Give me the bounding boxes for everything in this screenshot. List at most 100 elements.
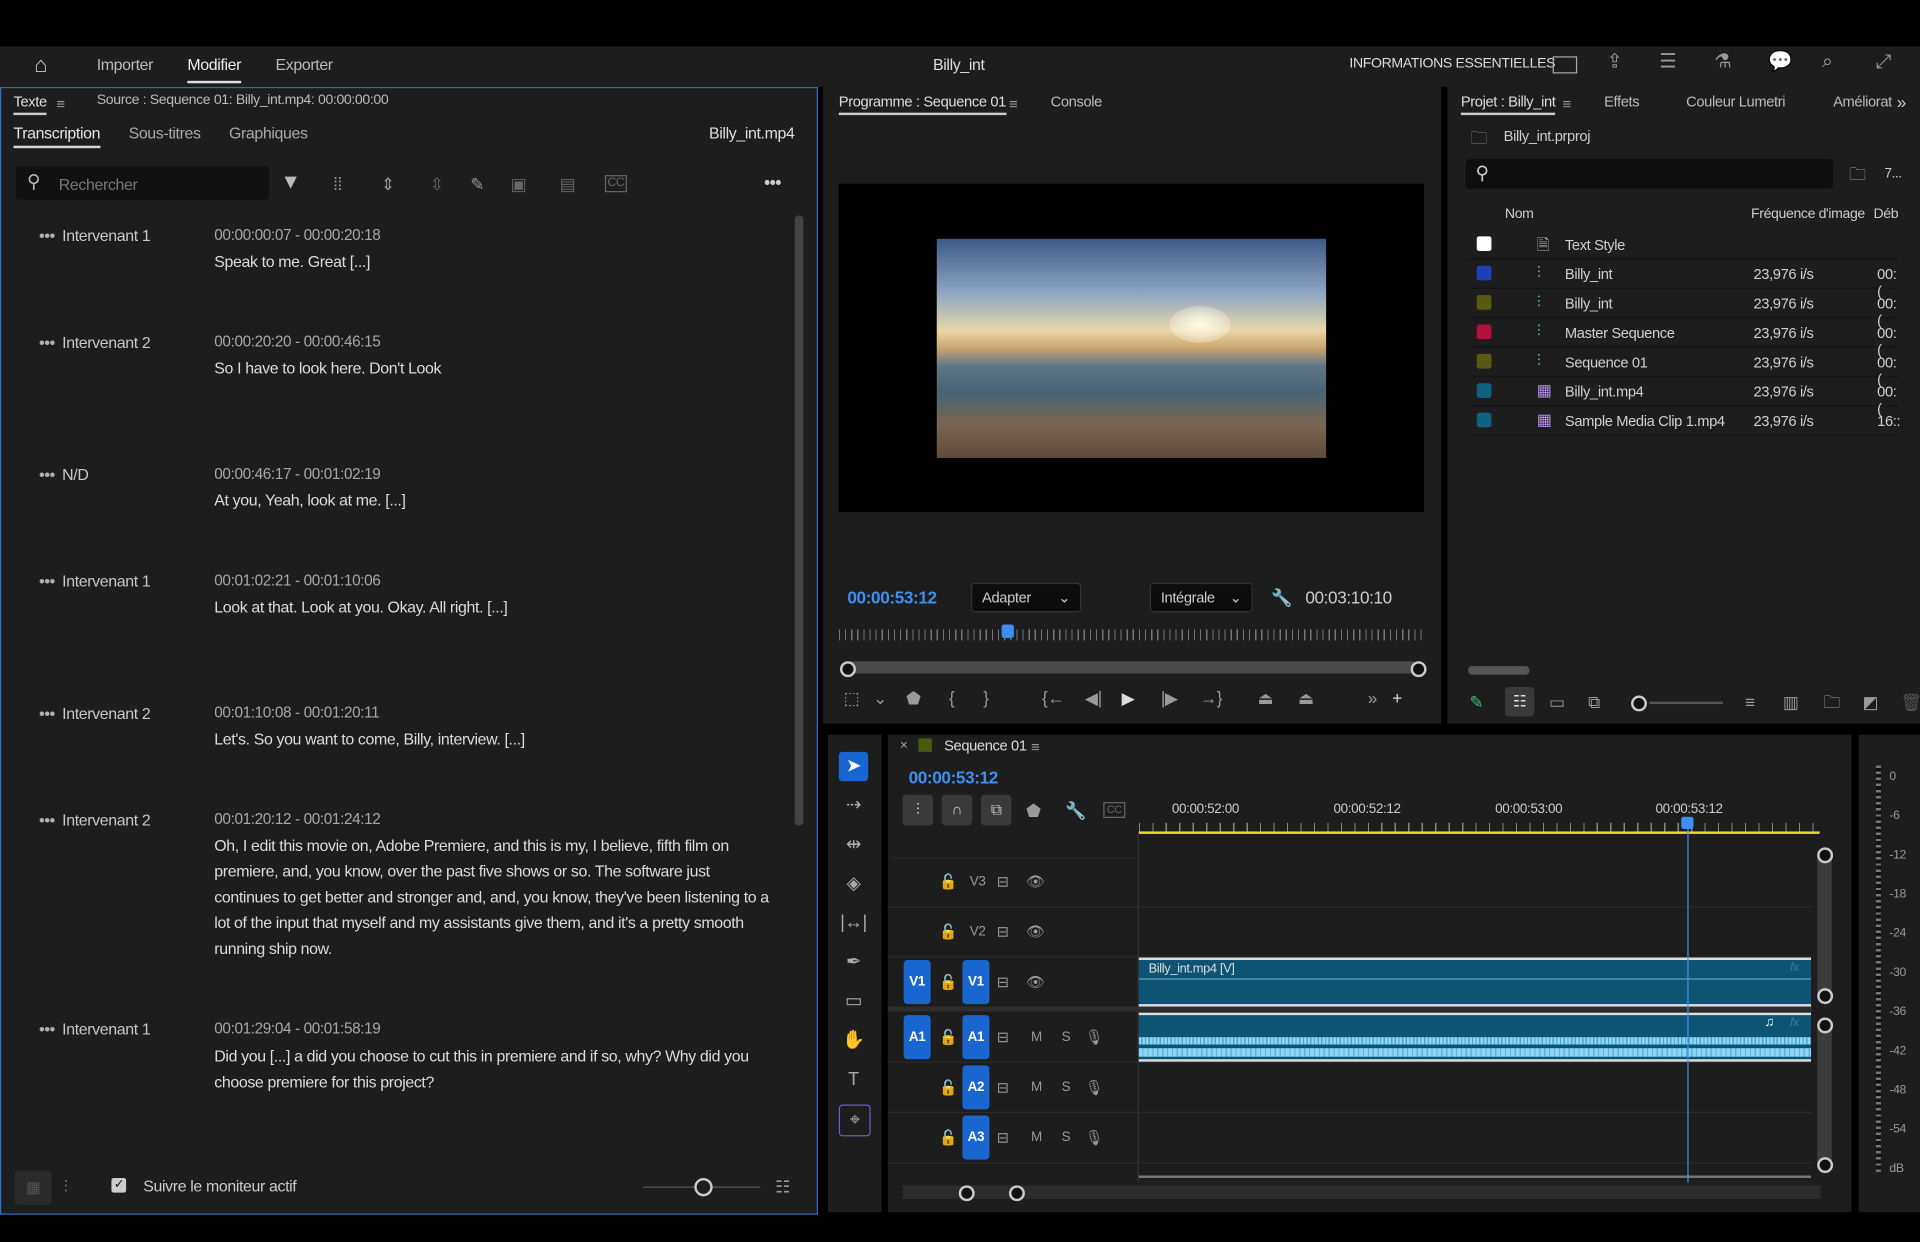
label-color-swatch[interactable] (1476, 324, 1492, 340)
tab-graphiques[interactable]: Graphiques (229, 124, 308, 142)
ripple-edit-tool-icon[interactable]: ⇹ (839, 830, 868, 859)
type-tool-icon[interactable]: T (839, 1065, 868, 1094)
track-target-v1[interactable]: V1 (962, 960, 990, 1005)
solo-button[interactable]: S (1062, 1030, 1071, 1045)
entry-menu-icon[interactable]: ••• (39, 572, 55, 590)
entry-menu-icon[interactable]: ••• (39, 1020, 55, 1038)
transcript-scrollbar[interactable] (794, 215, 804, 826)
playhead-handle[interactable] (1681, 816, 1694, 829)
panel-menu-icon[interactable]: ≡ (1031, 737, 1040, 757)
track-target-a3[interactable]: A3 (962, 1115, 990, 1160)
project-hscrollbar[interactable] (1468, 666, 1530, 675)
sync-lock-icon[interactable]: ⊟ (997, 872, 1009, 892)
source-patch-v1[interactable]: V1 (903, 960, 931, 1005)
project-item[interactable]: ▦ Sample Media Clip 1.mp4 23,976 i/s 16:… (1469, 407, 1901, 436)
tab-console[interactable]: Console (1051, 93, 1103, 110)
tab-effects[interactable]: Effets (1604, 93, 1639, 110)
search-help-icon[interactable]: ⌕ (1822, 52, 1833, 73)
sync-lock-icon[interactable]: ⊟ (997, 1078, 1009, 1098)
mark-in-icon[interactable]: { (949, 688, 955, 708)
timeline-hscrollbar[interactable] (902, 1185, 1821, 1199)
find-bin-icon[interactable]: 🗀 (1849, 164, 1866, 184)
lock-icon[interactable]: 🔓 (939, 1128, 957, 1148)
overwrite-icon[interactable]: ▤ (560, 174, 576, 194)
speaker[interactable]: Intervenant 2 (62, 704, 151, 722)
panel-menu-icon[interactable]: ≡ (56, 94, 65, 114)
panel-menu-icon[interactable]: ≡ (1562, 94, 1571, 114)
project-item[interactable]: ⫶ Billy_int 23,976 i/s 00:( (1469, 260, 1898, 300)
microphone-icon[interactable]: 🎙 (1085, 1027, 1104, 1047)
pen-tool-icon[interactable]: ✒ (839, 948, 868, 977)
tab-lumetri[interactable]: Couleur Lumetri (1686, 93, 1785, 110)
step-forward-icon[interactable]: |▶ (1161, 688, 1178, 708)
project-item[interactable]: ⫶ Master Sequence 23,976 i/s 00:( (1469, 318, 1898, 359)
solo-button[interactable]: S (1062, 1080, 1071, 1095)
col-fps[interactable]: Fréquence d'image (1751, 207, 1865, 222)
go-to-in-icon[interactable]: {← (1042, 688, 1065, 708)
entry-text[interactable]: Let's. So you want to come, Billy, inter… (214, 726, 777, 752)
entry-menu-icon[interactable]: ••• (39, 333, 55, 351)
label-color-swatch[interactable] (1476, 412, 1492, 428)
home-icon[interactable]: ⌂ (34, 53, 47, 79)
program-playhead[interactable] (1001, 624, 1015, 638)
timeline-timecode[interactable]: 00:00:53:12 (909, 768, 999, 788)
microphone-icon[interactable]: 🎙 (1085, 1078, 1104, 1098)
project-item[interactable]: ⫶ Sequence 01 23,976 i/s 00:( (1469, 348, 1898, 388)
track-a3[interactable]: 🔓 A3 ⊟ M S 🎙 (887, 1113, 1813, 1164)
captions-icon[interactable]: CC (604, 175, 627, 193)
overflow-tabs-icon[interactable]: » (1897, 92, 1907, 112)
pencil-icon[interactable]: ✎ (470, 174, 484, 194)
sequence-tab[interactable]: Sequence 01 (944, 737, 1027, 754)
track-v2[interactable]: 🔓 V2 ⊟ 👁 (887, 907, 1813, 958)
scroll-handle[interactable] (1817, 1017, 1834, 1034)
captions-icon[interactable]: CC (1103, 802, 1126, 818)
eye-icon[interactable]: 👁 (1026, 972, 1045, 992)
label-color-swatch[interactable] (1476, 265, 1492, 281)
track-select-tool-icon[interactable]: ⇢ (839, 791, 868, 820)
track-target-a2[interactable]: A2 (962, 1065, 990, 1110)
lock-icon[interactable]: 🔓 (939, 922, 957, 942)
entry-text[interactable]: Did you [...] a did you choose to cut th… (214, 1043, 777, 1094)
search-input[interactable]: ⚲ Rechercher (15, 166, 270, 200)
microphone-icon[interactable]: 🎙 (1085, 1128, 1104, 1148)
audio-clip[interactable]: ♫ fx (1138, 1012, 1812, 1062)
menu-modifier[interactable]: Modifier (187, 55, 241, 84)
eye-icon[interactable]: 👁 (1026, 872, 1045, 892)
thumbnail-zoom-knob[interactable] (1631, 695, 1647, 712)
snap-magnet-icon[interactable]: ∩ (941, 794, 973, 826)
step-back-icon[interactable]: ◀| (1085, 688, 1102, 708)
close-icon[interactable]: × (900, 738, 908, 753)
work-area-bar[interactable] (1138, 831, 1820, 834)
play-icon[interactable]: ▶ (1122, 688, 1135, 708)
label-color-swatch[interactable] (1476, 383, 1492, 398)
program-ruler[interactable] (838, 629, 1422, 641)
merge-icon[interactable]: ⁞⁞ (333, 174, 342, 194)
col-start[interactable]: Déb (1873, 207, 1898, 222)
mute-button[interactable]: M (1031, 1080, 1042, 1095)
speaker[interactable]: Intervenant 2 (62, 333, 151, 351)
entry-menu-icon[interactable]: ••• (39, 811, 55, 829)
label-color-swatch[interactable] (1476, 236, 1492, 252)
project-item[interactable]: 🗎 Text Style (1469, 230, 1898, 260)
menu-exporter[interactable]: Exporter (276, 55, 334, 73)
nest-icon[interactable]: ⫶ (902, 794, 934, 826)
speaker[interactable]: Intervenant 1 (62, 1020, 151, 1038)
tab-enhance[interactable]: Améliorat (1833, 93, 1892, 110)
marker-icon[interactable]: ⬟ (906, 688, 921, 708)
filter-icon[interactable]: ▼ (280, 171, 301, 193)
mute-button[interactable]: M (1031, 1030, 1042, 1045)
tab-project[interactable]: Projet : Billy_int (1460, 93, 1556, 116)
track-target-a1[interactable]: A1 (962, 1015, 990, 1060)
entry-text[interactable]: Speak to me. Great [...] (214, 249, 777, 275)
playhead-line[interactable] (1687, 820, 1689, 1183)
tab-sous-titres[interactable]: Sous-titres (129, 124, 201, 142)
trash-icon[interactable]: 🗑 (1900, 692, 1920, 712)
fullscreen-icon[interactable]: ⤢ (1876, 52, 1892, 73)
source-patch-a1[interactable]: A1 (903, 1015, 931, 1060)
add-marker-icon[interactable]: ⬟ (1026, 801, 1041, 821)
thumbnail-zoom-slider[interactable] (1649, 701, 1723, 705)
track-a2[interactable]: 🔓 A2 ⊟ M S 🎙 (887, 1063, 1813, 1114)
entry-text[interactable]: At you, Yeah, look at me. [...] (214, 487, 777, 513)
beta-flask-icon[interactable]: ⚗ (1714, 52, 1732, 73)
tab-program[interactable]: Programme : Sequence 01 (838, 93, 1006, 116)
